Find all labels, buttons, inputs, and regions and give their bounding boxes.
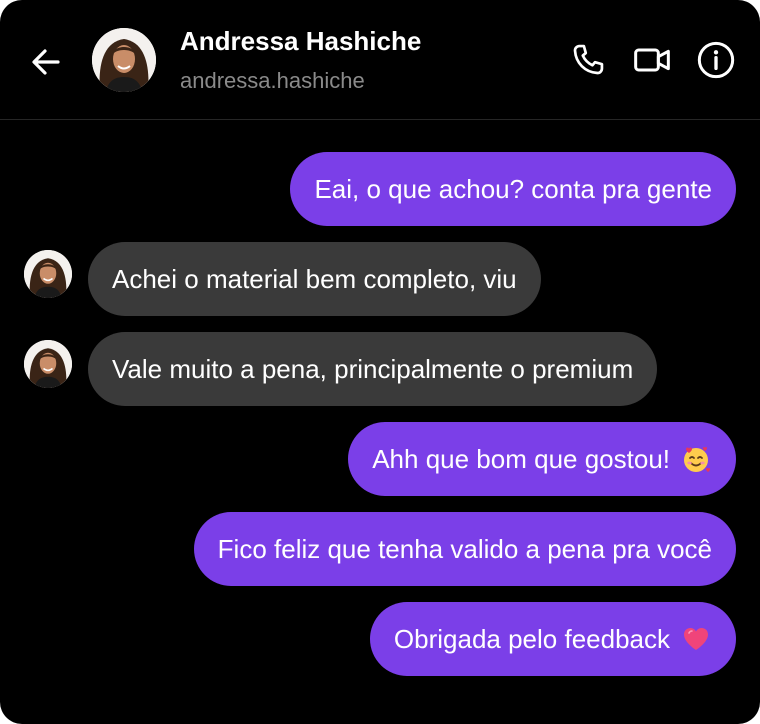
- message-bubble-sent[interactable]: Fico feliz que tenha valido a pena pra v…: [193, 512, 736, 586]
- avatar-photo: [24, 250, 72, 298]
- avatar-photo: [92, 28, 156, 92]
- message-text: Obrigada pelo feedback: [393, 623, 670, 654]
- phone-icon: [573, 44, 604, 75]
- contact-handle: andressa.hashiche: [180, 68, 365, 93]
- heart-icon: [680, 623, 712, 655]
- video-camera-icon: [634, 48, 670, 72]
- message-text: Vale muito a pena, principalmente o prem…: [112, 353, 634, 384]
- call-button[interactable]: [568, 40, 608, 80]
- message-bubble-sent[interactable]: Eai, o que achou? conta pra gente: [290, 152, 736, 226]
- contact-name: Andressa Hashiche: [180, 26, 422, 56]
- message-bubble-received[interactable]: Achei o material bem completo, viu: [88, 242, 541, 316]
- smiling-face-with-hearts-icon: [680, 443, 712, 475]
- message-bubble-sent[interactable]: Obrigada pelo feedback: [369, 602, 736, 676]
- message-text: Eai, o que achou? conta pra gente: [314, 173, 712, 204]
- message-text: Achei o material bem completo, viu: [112, 263, 517, 294]
- message-bubble-sent[interactable]: Ahh que bom que gostou!: [348, 422, 736, 496]
- sender-avatar[interactable]: [24, 340, 72, 388]
- video-call-button[interactable]: [632, 40, 672, 80]
- contact-avatar[interactable]: [92, 28, 156, 92]
- info-button[interactable]: [696, 40, 736, 80]
- chat-window: Andressa Hashiche andressa.hashiche Eai,…: [0, 0, 760, 724]
- sender-avatar[interactable]: [24, 250, 72, 298]
- message-text: Fico feliz que tenha valido a pena pra v…: [217, 533, 712, 564]
- back-arrow-icon: [32, 49, 60, 75]
- info-icon: [697, 41, 735, 79]
- message-bubble-received[interactable]: Vale muito a pena, principalmente o prem…: [88, 332, 658, 406]
- back-button[interactable]: [26, 42, 66, 82]
- avatar-photo: [24, 340, 72, 388]
- message-text: Ahh que bom que gostou!: [372, 443, 670, 474]
- chat-header: Andressa Hashiche andressa.hashiche: [0, 0, 760, 120]
